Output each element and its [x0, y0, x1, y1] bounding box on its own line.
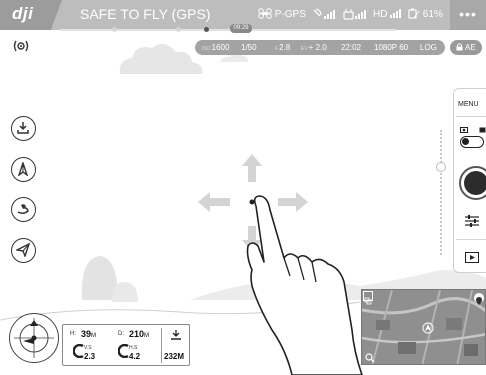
gps-signal-indicator[interactable]: [312, 8, 336, 23]
video-resolution: 1080P 60: [374, 43, 409, 52]
intelligent-flight-icon: [17, 204, 29, 215]
zoom-magnifier-icon[interactable]: [365, 353, 375, 363]
intelligent-flight-button[interactable]: [11, 197, 36, 222]
remaining-flight-time: 09:29: [230, 24, 252, 33]
iso-value: 1600: [211, 43, 230, 52]
divider: [161, 328, 162, 363]
remote-controller-signal-icon: [343, 9, 366, 20]
menu-button[interactable]: MENU: [458, 101, 479, 108]
gimbal-slider-knob[interactable]: [436, 162, 446, 172]
height-value: 39M: [81, 329, 97, 339]
compass-graphic: [14, 318, 54, 358]
return-home-icon: [17, 162, 29, 176]
brand-logo: dji: [12, 4, 34, 23]
attitude-compass: [9, 313, 59, 363]
paper-plane-icon: [16, 243, 30, 257]
camera-settings-bar[interactable]: ISO1600 1/50 F2.8 EV+ 2.0 22:02 1080P 60…: [195, 40, 445, 55]
color-profile: LOG: [420, 43, 437, 52]
vertical-speed-label: V.S: [84, 345, 92, 351]
shutter-button[interactable]: [459, 166, 486, 200]
photo-video-toggle[interactable]: [460, 136, 484, 148]
horizontal-speed-label: H.S: [129, 345, 138, 351]
mini-map[interactable]: [361, 289, 486, 365]
home-distance-value: 232M: [164, 352, 185, 361]
video-mode-icon: [479, 127, 486, 133]
ae-lock-button[interactable]: AE: [450, 40, 482, 55]
touch-point: [249, 199, 255, 205]
toggle-knob: [462, 138, 469, 145]
lock-icon: [456, 43, 463, 51]
battery-icon: [408, 8, 420, 19]
flight-telemetry-panel: H: 39M D: 210M V.S 2.3 H.S 4.2 232M: [62, 324, 190, 366]
playback-icon[interactable]: [465, 252, 479, 263]
aperture-setting: F2.8: [275, 43, 291, 52]
hd-signal-bars-icon: [390, 9, 402, 18]
ev-value: + 2.0: [308, 43, 327, 52]
timeline-marker: [112, 27, 117, 32]
divider: [456, 239, 486, 240]
timeline-marker: [204, 27, 209, 32]
horizontal-speed-value: 4.2: [129, 352, 141, 361]
rc-signal-indicator[interactable]: [343, 8, 367, 23]
settings-sliders-icon[interactable]: [465, 215, 479, 227]
satellite-map-image: [362, 290, 485, 364]
swap-icon: [364, 297, 372, 305]
photo-mode-icon: [460, 127, 468, 133]
swap-view-button[interactable]: [363, 291, 373, 305]
distance-value: 210M: [129, 329, 150, 339]
vertical-speed-value: 2.3: [84, 352, 96, 361]
iso-setting: ISO1600: [202, 43, 230, 52]
brand-logo-area[interactable]: dji: [0, 0, 62, 30]
divider: [456, 116, 486, 117]
distance-label: D:: [118, 331, 124, 337]
gimbal-slider-track[interactable]: [440, 130, 442, 255]
takeoff-button[interactable]: [11, 116, 36, 141]
shutter-value: 1/50: [241, 43, 257, 52]
battery-indicator[interactable]: 61%: [408, 8, 443, 20]
map-compass-button[interactable]: [474, 293, 484, 305]
return-home-button[interactable]: [11, 157, 36, 182]
battery-percent: 61%: [422, 9, 443, 20]
flight-mode-label: P-GPS: [274, 9, 306, 20]
aperture-value: 2.8: [279, 43, 291, 52]
map-pin-icon: [476, 297, 482, 305]
shutter-core: [464, 171, 486, 195]
flight-status[interactable]: SAFE TO FLY (GPS): [80, 6, 210, 22]
hand-gesture: [246, 195, 363, 375]
flight-route-button[interactable]: [11, 238, 36, 263]
flight-mode-indicator[interactable]: P-GPS: [258, 8, 306, 20]
satellite-signal-icon: [313, 8, 335, 19]
home-distance-icon: [171, 330, 181, 340]
height-label: H:: [70, 331, 76, 337]
more-menu-button[interactable]: •••: [450, 0, 486, 30]
battery-timeline: [60, 29, 396, 31]
drone-icon: [258, 8, 272, 19]
ae-lock-label: AE: [465, 43, 476, 52]
timeline-marker: [176, 27, 181, 32]
obstacle-radar-icon[interactable]: [13, 38, 29, 54]
tree: [81, 256, 118, 300]
hd-label: HD: [373, 9, 388, 20]
ev-setting: EV+ 2.0: [301, 43, 327, 52]
record-time: 22:02: [341, 43, 362, 52]
camera-control-panel: MENU: [453, 88, 486, 273]
hd-signal-indicator[interactable]: HD: [373, 8, 402, 20]
cloud: [119, 43, 203, 74]
takeoff-icon: [17, 122, 29, 134]
